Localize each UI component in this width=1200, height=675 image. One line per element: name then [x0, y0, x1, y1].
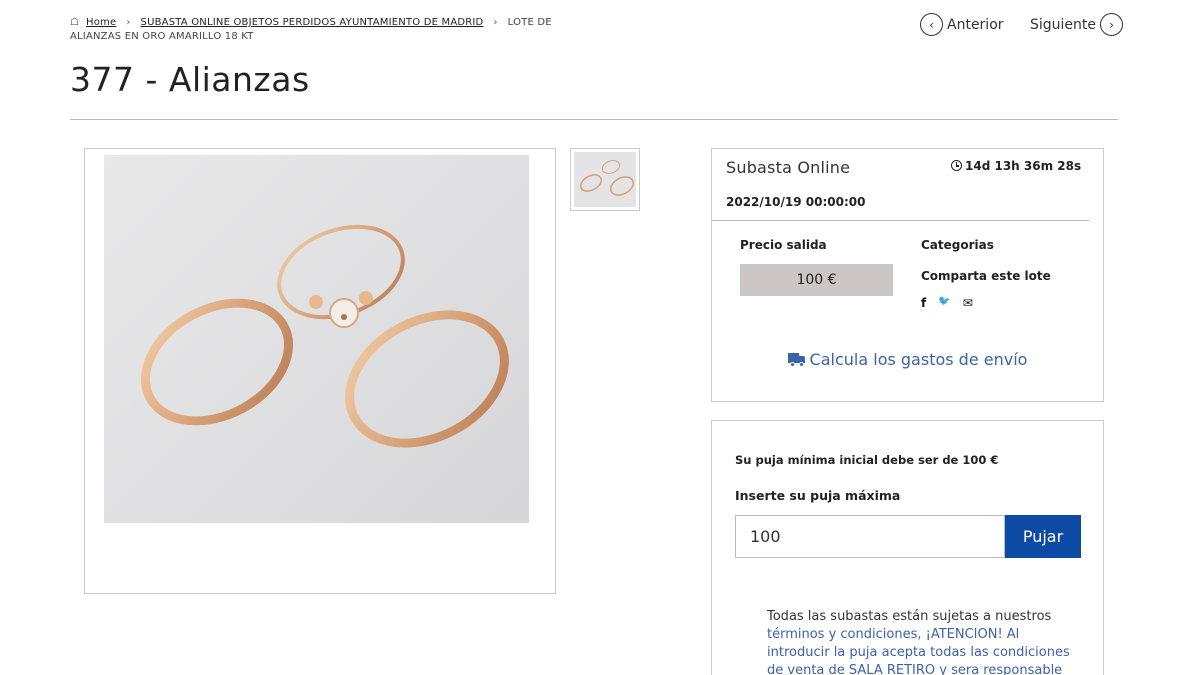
auction-date: 2022/10/19 00:00:00 [726, 195, 866, 209]
breadcrumb-separator: › [126, 17, 131, 28]
facebook-icon[interactable]: f [921, 296, 926, 310]
place-bid-button[interactable]: Pujar [1005, 515, 1081, 558]
bid-amount-input[interactable] [735, 515, 1005, 558]
lot-info-panel: Subasta Online 14d 13h 36m 28s 2022/10/1… [711, 148, 1104, 402]
terms-link[interactable]: términos y condiciones, ¡ATENCION! Al in… [767, 627, 1070, 675]
shipping-calculator-link[interactable]: Calcula los gastos de envío [712, 350, 1103, 369]
chevron-right-icon: › [1100, 13, 1124, 36]
terms-prefix: Todas las subastas están sujetas a nuest… [767, 609, 1052, 624]
starting-price-value: 100 € [740, 264, 893, 296]
main-image-frame [84, 148, 556, 594]
auction-type: Subasta Online [726, 158, 851, 177]
twitter-icon[interactable]: 🐦 [938, 296, 950, 310]
share-icons: f 🐦 ✉ [921, 296, 973, 310]
title-divider [70, 119, 1118, 120]
thumbnail-image[interactable] [570, 148, 640, 211]
breadcrumb-home-link[interactable]: Home [86, 17, 116, 28]
terms-text: Todas las subastas están sujetas a nuest… [767, 608, 1077, 675]
info-divider [712, 220, 1089, 221]
countdown-timer: 14d 13h 36m 28s [951, 159, 1081, 173]
shipping-link-label: Calcula los gastos de envío [809, 350, 1028, 369]
next-label: Siguiente [1030, 16, 1097, 33]
countdown-value: 14d 13h 36m 28s [965, 159, 1082, 173]
max-bid-label: Inserte su puja máxima [735, 488, 901, 503]
previous-lot-button[interactable]: ‹ Anterior [920, 13, 1004, 36]
lot-photo[interactable] [104, 155, 529, 523]
page-title: 377 - Alianzas [70, 60, 310, 99]
home-icon: ☖ [70, 17, 80, 28]
breadcrumb-category-link[interactable]: SUBASTA ONLINE OBJETOS PERDIDOS AYUNTAMI… [141, 17, 484, 28]
thumbnail-photo [574, 152, 636, 207]
email-icon[interactable]: ✉ [963, 296, 973, 310]
breadcrumb: ☖ Home › SUBASTA ONLINE OBJETOS PERDIDOS AY… [70, 16, 590, 44]
breadcrumb-separator: › [493, 17, 498, 28]
rings-illustration [140, 224, 509, 448]
starting-price-label: Precio salida [740, 238, 827, 252]
share-label: Comparta este lote [921, 269, 1051, 283]
clock-icon [951, 160, 962, 171]
previous-label: Anterior [947, 16, 1004, 33]
next-lot-button[interactable]: Siguiente › [1030, 13, 1124, 36]
minimum-bid-text: Su puja mínima inicial debe ser de 100 € [735, 453, 999, 467]
categories-label: Categorias [921, 238, 994, 252]
bid-panel: Su puja mínima inicial debe ser de 100 €… [711, 420, 1104, 675]
truck-icon [787, 353, 806, 367]
chevron-left-icon: ‹ [920, 13, 943, 36]
